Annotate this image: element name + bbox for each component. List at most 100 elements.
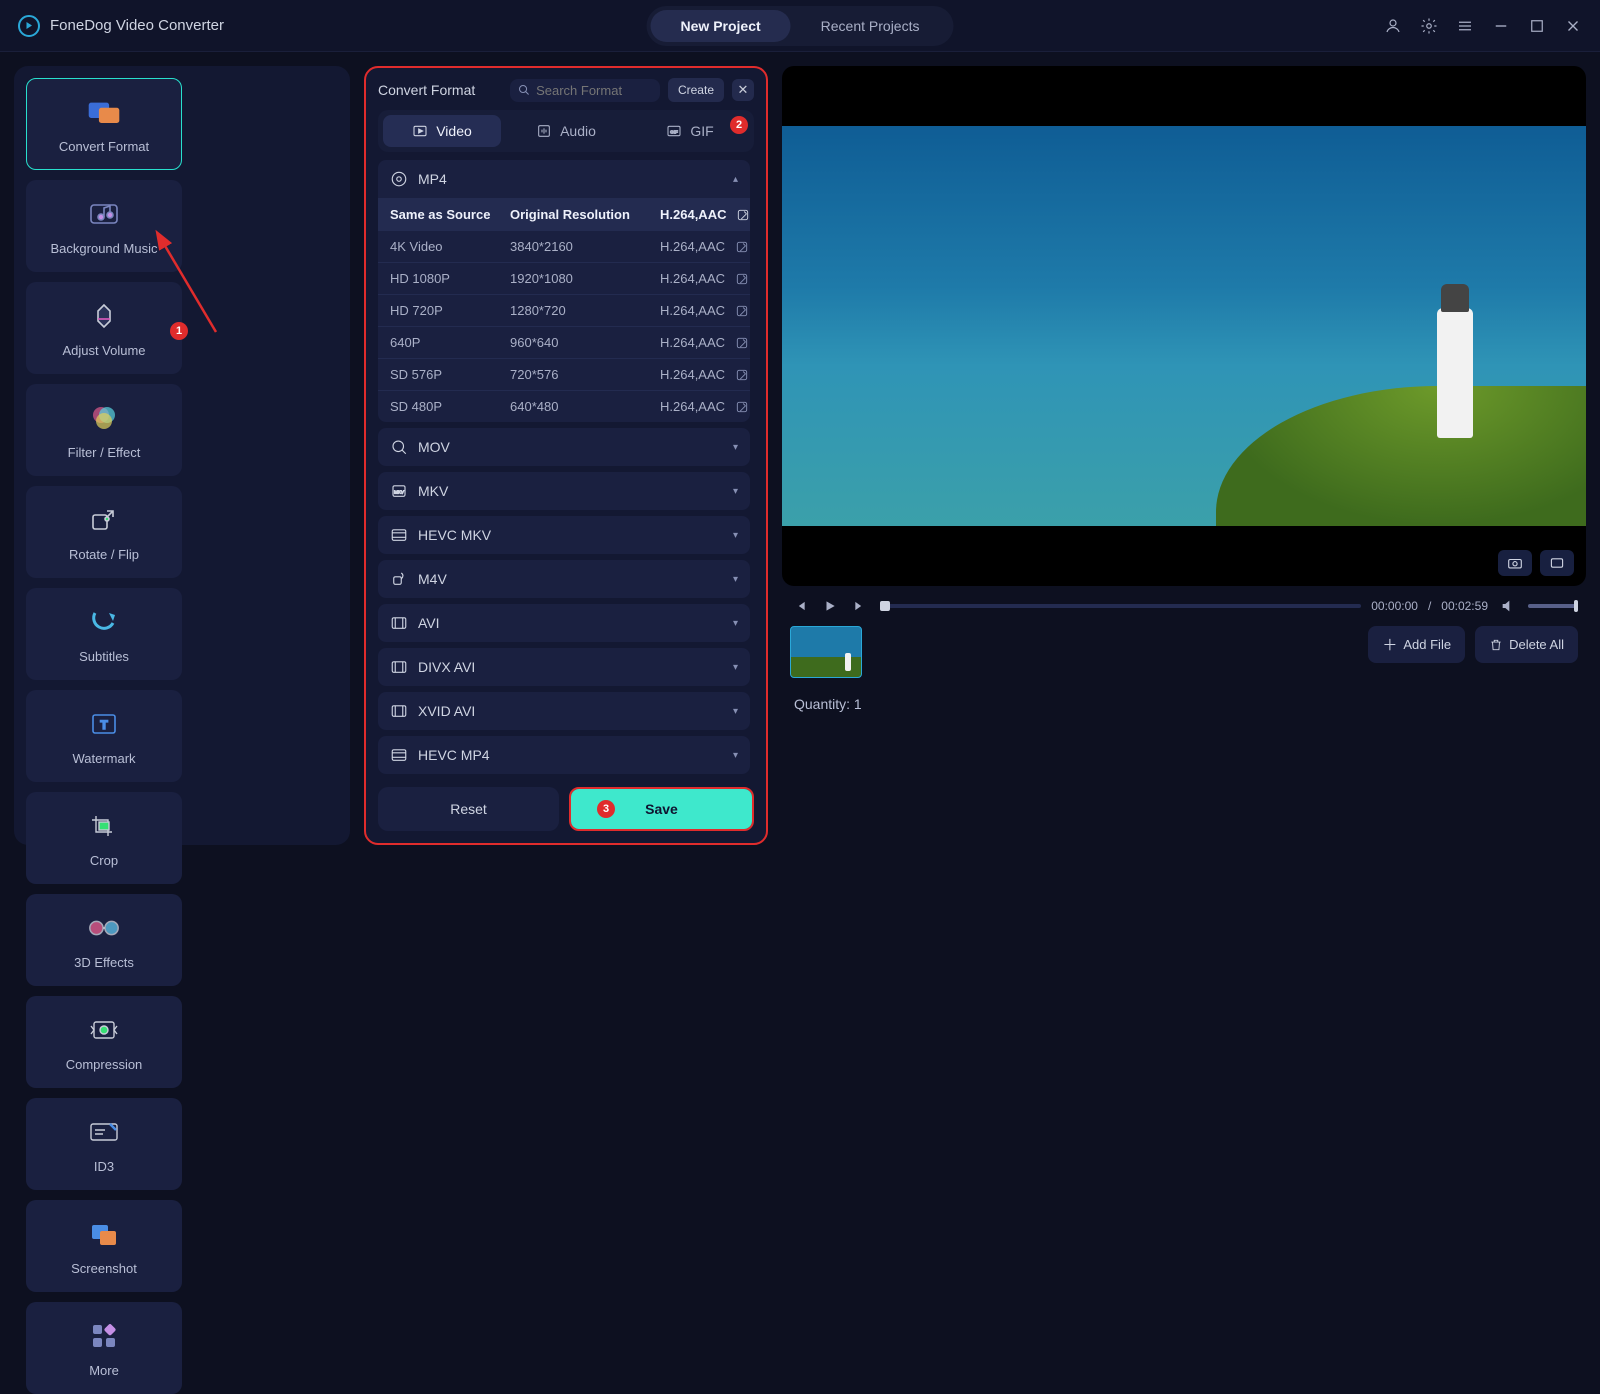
edit-icon[interactable] (731, 304, 753, 318)
next-button[interactable] (850, 596, 870, 616)
delete-all-label: Delete All (1509, 637, 1564, 652)
time-current: 00:00:00 (1371, 599, 1418, 613)
res-value: 1920*1080 (510, 271, 660, 286)
step-3-badge: 3 (597, 800, 615, 818)
resolution-row[interactable]: 640P 960*640 H.264,AAC (378, 326, 750, 358)
format-header[interactable]: MKVMKV▾ (378, 472, 750, 510)
trash-icon (1489, 638, 1503, 652)
close-panel-button[interactable]: ✕ (732, 79, 754, 101)
resolution-row[interactable]: SD 576P 720*576 H.264,AAC (378, 358, 750, 390)
edit-icon[interactable] (731, 368, 753, 382)
snapshot-button[interactable] (1498, 550, 1532, 576)
edit-icon[interactable] (731, 400, 753, 414)
edit-icon[interactable] (731, 336, 753, 350)
play-button[interactable] (820, 596, 840, 616)
edit-icon[interactable] (731, 240, 753, 254)
tab-recent-projects[interactable]: Recent Projects (791, 10, 950, 42)
delete-all-button[interactable]: Delete All (1475, 626, 1578, 663)
svg-text:GIF: GIF (670, 130, 678, 135)
format-header[interactable]: DIVX AVI▾ (378, 648, 750, 686)
prev-button[interactable] (790, 596, 810, 616)
music-icon (87, 197, 121, 231)
create-button[interactable]: Create (668, 78, 724, 102)
sidebar-item-crop[interactable]: Crop (26, 792, 182, 884)
sidebar-item-more[interactable]: More (26, 1302, 182, 1394)
sidebar-item-background-music[interactable]: Background Music (26, 180, 182, 272)
format-mov: MOV▾ (378, 428, 750, 466)
format-icon (390, 658, 408, 676)
edit-icon[interactable] (731, 272, 753, 286)
sidebar-item-watermark[interactable]: T Watermark (26, 690, 182, 782)
format-list[interactable]: MP4 ▴ Same as Source Original Resolution… (378, 160, 754, 775)
chevron-down-icon: ▾ (733, 662, 738, 673)
format-icon (390, 438, 408, 456)
res-codec: H.264,AAC (660, 399, 731, 414)
sidebar-item-subtitles[interactable]: Subtitles (26, 588, 182, 680)
chevron-down-icon: ▾ (733, 750, 738, 761)
sidebar-item-id3[interactable]: ID3 (26, 1098, 182, 1190)
sidebar-item-label: Crop (90, 853, 118, 868)
tab-audio[interactable]: Audio (507, 115, 625, 147)
edit-icon[interactable] (732, 208, 754, 222)
res-name: 4K Video (390, 239, 510, 254)
format-name: HEVC MP4 (418, 747, 490, 763)
fullscreen-button[interactable] (1540, 550, 1574, 576)
tab-video[interactable]: Video (383, 115, 501, 147)
res-value: 720*576 (510, 367, 660, 382)
right-panel: 00:00:00 / 00:02:59 ＋Add File Delete All… (782, 66, 1586, 845)
tab-new-project[interactable]: New Project (651, 10, 791, 42)
add-file-button[interactable]: ＋Add File (1368, 626, 1465, 663)
sidebar-item-label: More (89, 1363, 119, 1378)
minimize-icon[interactable] (1492, 17, 1510, 35)
format-header[interactable]: M4V▾ (378, 560, 750, 598)
sidebar-item-3d-effects[interactable]: 3D Effects (26, 894, 182, 986)
format-header[interactable]: XVID AVI▾ (378, 692, 750, 730)
menu-icon[interactable] (1456, 17, 1474, 35)
resolution-row[interactable]: SD 480P 640*480 H.264,AAC (378, 390, 750, 422)
res-name: 640P (390, 335, 510, 350)
format-header-mp4[interactable]: MP4 ▴ (378, 160, 750, 198)
sidebar-item-filter-effect[interactable]: Filter / Effect (26, 384, 182, 476)
account-icon[interactable] (1384, 17, 1402, 35)
preview-scene (782, 126, 1586, 526)
resolution-row[interactable]: Same as Source Original Resolution H.264… (378, 198, 750, 230)
sidebar-item-screenshot[interactable]: Screenshot (26, 1200, 182, 1292)
volume-icon[interactable] (1498, 596, 1518, 616)
volume-slider[interactable] (1528, 604, 1578, 608)
volume-icon (87, 299, 121, 333)
seek-slider[interactable] (880, 604, 1361, 608)
tab-label: GIF (690, 123, 713, 139)
file-thumbnail[interactable] (790, 626, 862, 678)
sidebar-item-rotate-flip[interactable]: Rotate / Flip (26, 486, 182, 578)
format-name: AVI (418, 615, 440, 631)
format-name: HEVC MKV (418, 527, 491, 543)
app-title: FoneDog Video Converter (50, 17, 224, 34)
resolution-row[interactable]: 4K Video 3840*2160 H.264,AAC (378, 230, 750, 262)
format-icon (390, 614, 408, 632)
svg-text:T: T (100, 718, 108, 732)
gear-icon[interactable] (1420, 17, 1438, 35)
sidebar-item-convert-format[interactable]: Convert Format (26, 78, 182, 170)
chevron-down-icon: ▾ (733, 442, 738, 453)
format-mp4: MP4 ▴ Same as Source Original Resolution… (378, 160, 750, 422)
res-value: 960*640 (510, 335, 660, 350)
search-input[interactable] (536, 83, 652, 98)
id3-icon (87, 1115, 121, 1149)
reset-button[interactable]: Reset (378, 787, 559, 831)
maximize-icon[interactable] (1528, 17, 1546, 35)
quantity-text: Quantity: 1 (782, 688, 1586, 720)
sidebar-item-compression[interactable]: Compression (26, 996, 182, 1088)
format-header[interactable]: AVI▾ (378, 604, 750, 642)
video-preview (782, 66, 1586, 586)
close-icon[interactable] (1564, 17, 1582, 35)
crop-icon (87, 809, 121, 843)
format-header[interactable]: HEVC MKV▾ (378, 516, 750, 554)
resolution-row[interactable]: HD 1080P 1920*1080 H.264,AAC (378, 262, 750, 294)
res-codec: H.264,AAC (660, 239, 731, 254)
sidebar-item-adjust-volume[interactable]: Adjust Volume 1 (26, 282, 182, 374)
resolution-row[interactable]: HD 720P 1280*720 H.264,AAC (378, 294, 750, 326)
search-format-field[interactable] (510, 79, 660, 102)
format-header[interactable]: HEVC MP4 ▾ (378, 736, 750, 774)
sidebar-item-label: ID3 (94, 1159, 114, 1174)
format-header[interactable]: MOV▾ (378, 428, 750, 466)
